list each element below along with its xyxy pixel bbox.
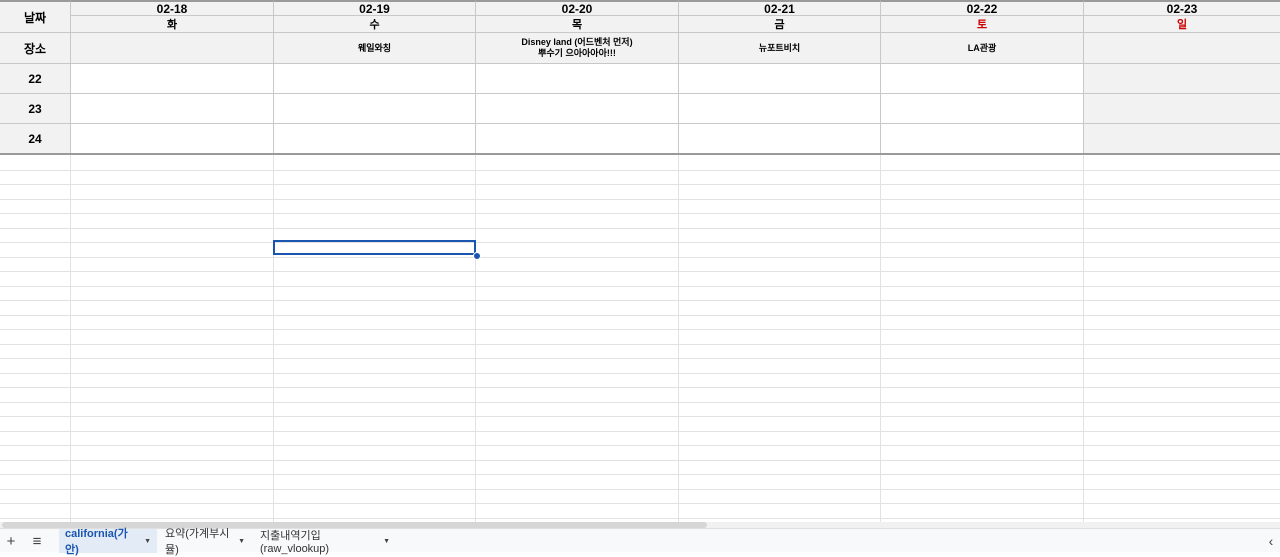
schedule-cell[interactable] [274, 64, 476, 94]
schedule-cell[interactable] [274, 94, 476, 124]
grid-row-line [0, 257, 1280, 258]
fill-handle[interactable] [473, 252, 481, 260]
grid-row-line [0, 329, 1280, 330]
grid-row-line [0, 518, 1280, 519]
spreadsheet-grid[interactable]: 날짜 장소 22 23 24 02-18 02-19 02-20 02-21 0… [0, 0, 1280, 522]
collapse-tabs-icon[interactable]: ‹ [1262, 529, 1280, 553]
grid-row-line [0, 344, 1280, 345]
schedule-cell[interactable] [476, 124, 679, 154]
schedule-cell[interactable] [476, 94, 679, 124]
date-cell[interactable]: 02-19 [274, 0, 476, 16]
schedule-cell[interactable] [881, 64, 1084, 94]
sheet-tab-bar: + ≡ california(가안) ▼ 요약(가계부시뮬) ▼ 지출내역기입(… [0, 528, 1280, 556]
grid-row-line [0, 489, 1280, 490]
row-label-22[interactable]: 22 [0, 64, 71, 94]
day-cell[interactable]: 수 [274, 16, 476, 33]
grid-row-line [0, 199, 1280, 200]
schedule-cell[interactable] [476, 64, 679, 94]
place-cell[interactable] [71, 33, 274, 64]
date-header-label[interactable]: 날짜 [0, 0, 71, 33]
grid-row-line [0, 286, 1280, 287]
grid-row-line [0, 402, 1280, 403]
grid-row-line [0, 460, 1280, 461]
grid-row-line [0, 503, 1280, 504]
grid-column-line [1083, 155, 1084, 522]
place-cell[interactable] [1084, 33, 1280, 64]
grid-row-line [0, 445, 1280, 446]
row-label-23[interactable]: 23 [0, 94, 71, 124]
all-sheets-menu-icon[interactable]: ≡ [26, 529, 48, 553]
day-cell-saturday[interactable]: 토 [881, 16, 1084, 33]
schedule-cell[interactable] [1084, 64, 1280, 94]
empty-grid-area[interactable] [0, 155, 1280, 522]
grid-column-line [273, 155, 274, 522]
grid-column-line [880, 155, 881, 522]
add-sheet-icon[interactable]: + [0, 529, 22, 553]
schedule-cell[interactable] [71, 94, 274, 124]
grid-row-line [0, 170, 1280, 171]
place-cell[interactable]: 뉴포트비치 [679, 33, 881, 64]
date-cell[interactable]: 02-21 [679, 0, 881, 16]
grid-row-line [0, 228, 1280, 229]
grid-row-line [0, 431, 1280, 432]
grid-row-line [0, 271, 1280, 272]
grid-column-line [70, 155, 71, 522]
schedule-cell[interactable] [679, 124, 881, 154]
place-cell[interactable]: 웨일와칭 [274, 33, 476, 64]
schedule-cell[interactable] [71, 64, 274, 94]
grid-row-line [0, 213, 1280, 214]
selected-cell[interactable] [273, 240, 476, 255]
row-label-24[interactable]: 24 [0, 124, 71, 154]
grid-column-line [475, 155, 476, 522]
schedule-cell[interactable] [1084, 124, 1280, 154]
schedule-cell[interactable] [71, 124, 274, 154]
day-cell[interactable]: 목 [476, 16, 679, 33]
place-cell[interactable]: Disney land (어드벤처 먼저) 뿌수기 으아아아아!!! [476, 33, 679, 64]
tab-dropdown-icon[interactable]: ▼ [383, 538, 390, 545]
grid-row-line [0, 184, 1280, 185]
grid-row-line [0, 358, 1280, 359]
schedule-cell[interactable] [679, 64, 881, 94]
schedule-cell[interactable] [881, 94, 1084, 124]
place-header-label[interactable]: 장소 [0, 33, 71, 64]
date-cell[interactable]: 02-20 [476, 0, 679, 16]
grid-row-line [0, 373, 1280, 374]
grid-row-line [0, 474, 1280, 475]
grid-row-line [0, 315, 1280, 316]
schedule-cell[interactable] [881, 124, 1084, 154]
day-cell[interactable]: 화 [71, 16, 274, 33]
grid-row-line [0, 242, 1280, 243]
schedule-cell[interactable] [274, 124, 476, 154]
date-cell[interactable]: 02-23 [1084, 0, 1280, 16]
sheet-tab-expense-log[interactable]: 지출내역기입(raw_vlookup) ▼ [254, 529, 396, 555]
day-cell[interactable]: 금 [679, 16, 881, 33]
sheet-tab-summary[interactable]: 요약(가계부시뮬) ▼ [159, 528, 251, 556]
grid-column-line [678, 155, 679, 522]
grid-row-line [0, 416, 1280, 417]
grid-row-line [0, 387, 1280, 388]
place-cell[interactable]: LA관광 [881, 33, 1084, 64]
tab-dropdown-icon[interactable]: ▼ [238, 538, 245, 545]
schedule-cell[interactable] [1084, 94, 1280, 124]
date-cell[interactable]: 02-18 [71, 0, 274, 16]
grid-row-line [0, 300, 1280, 301]
tab-dropdown-icon[interactable]: ▼ [144, 538, 151, 545]
date-cell[interactable]: 02-22 [881, 0, 1084, 16]
day-cell-sunday[interactable]: 일 [1084, 16, 1280, 33]
schedule-cell[interactable] [679, 94, 881, 124]
sheet-tab-california[interactable]: california(가안) ▼ [59, 528, 157, 556]
